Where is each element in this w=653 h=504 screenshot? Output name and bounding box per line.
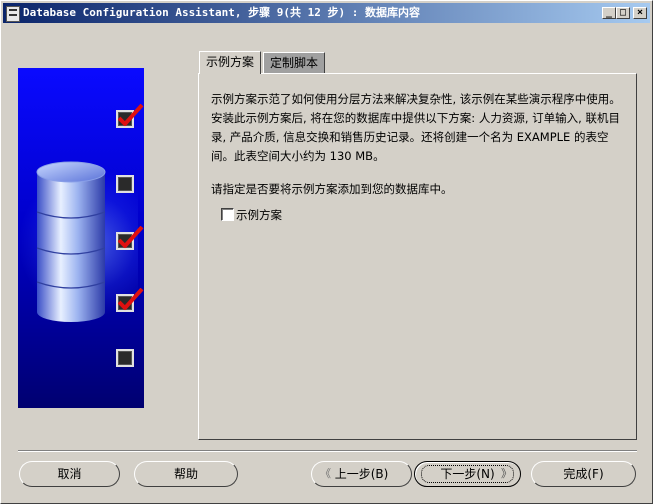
window-title: Database Configuration Assistant, 步骤 9(共… [23,6,421,19]
chevron-left-icon: 《 [320,467,331,480]
step-checkbox [116,349,134,367]
database-cylinder-icon [36,161,106,322]
help-button[interactable]: 帮助 [134,461,238,487]
sample-schema-prompt: 请指定是否要将示例方案添加到您的数据库中。 [211,182,453,196]
check-mark-icon [118,104,144,126]
sample-schema-checkbox-label: 示例方案 [236,208,282,222]
cancel-button-label: 取消 [57,467,82,481]
step-checkbox [116,288,144,312]
sample-schema-option[interactable]: 示例方案 [221,208,282,222]
check-mark-icon [118,288,144,310]
finish-button-label: 完成(F) [563,467,604,481]
tab-sample-schemas[interactable]: 示例方案 [199,51,261,74]
app-icon [6,6,20,22]
maximize-button[interactable]: □ [616,7,630,19]
tab-content-panel: 示例方案示范了如何使用分层方法来解决复杂性, 该示例在某些演示程序中使用。安装此… [198,73,637,440]
tab-custom-scripts[interactable]: 定制脚本 [263,52,325,74]
title-bar: Database Configuration Assistant, 步骤 9(共… [3,3,650,23]
back-button-label: 上一步(B) [334,467,389,481]
cancel-button[interactable]: 取消 [19,461,120,487]
next-button-label: 下一步(N) [440,467,495,481]
chevron-right-icon: 》 [501,467,512,480]
next-button[interactable]: 下一步(N) 》 [414,461,521,487]
close-button[interactable]: × [633,7,647,19]
button-separator [18,450,637,452]
sample-schema-checkbox[interactable] [221,208,234,221]
minimize-button[interactable]: _ [602,7,616,19]
progress-illustration [18,68,144,408]
step-checkbox [116,104,144,128]
back-button[interactable]: 《 上一步(B) [311,461,412,487]
sample-schema-description: 示例方案示范了如何使用分层方法来解决复杂性, 该示例在某些演示程序中使用。安装此… [211,92,621,163]
help-button-label: 帮助 [173,467,198,481]
step-checkbox [116,226,144,250]
finish-button[interactable]: 完成(F) [531,461,636,487]
step-checkbox [116,175,134,193]
check-mark-icon [118,226,144,248]
dialog-window: Database Configuration Assistant, 步骤 9(共… [0,0,653,504]
